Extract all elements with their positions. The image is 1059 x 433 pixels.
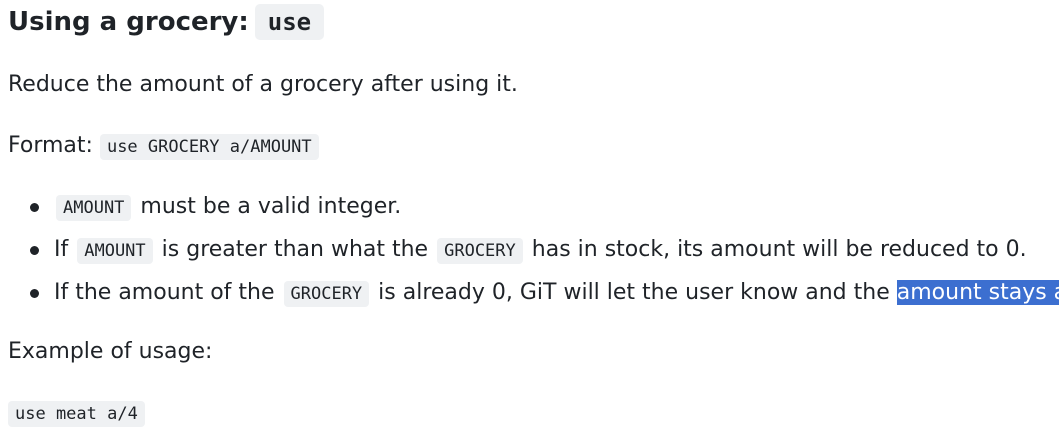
list-item-text: If [54,237,69,262]
list-item-text: is already 0, GiT will let the user know… [378,280,890,305]
amount-code: AMOUNT [56,195,132,221]
format-line: Format: use GROCERY a/AMOUNT [8,131,319,162]
example-label: Example of usage: [8,339,213,364]
bullet-icon [30,203,39,212]
section-heading: Using a grocery: use [8,0,325,44]
list-item-text: If the amount of the [54,280,275,305]
constraints-list: AMOUNT must be a valid integer. If AMOUN… [0,192,1059,321]
list-item: If AMOUNT is greater than what the GROCE… [0,235,1059,265]
description-text: Reduce the amount of a grocery after usi… [8,72,518,97]
format-label: Format: [8,133,93,158]
format-code: use GROCERY a/AMOUNT [99,134,319,160]
list-item-text: is greater than what the [161,237,429,262]
grocery-code: GROCERY [283,281,370,307]
heading-command-code: use [254,4,325,40]
example-line: use meat a/4 [8,398,145,429]
list-item: If the amount of the GROCERY is already … [0,278,1059,308]
amount-code: AMOUNT [77,238,153,264]
bullet-icon [30,289,39,298]
list-item-text: has in stock, its amount will be reduced… [531,237,1027,262]
list-item-text: must be a valid integer. [140,194,402,219]
grocery-code: GROCERY [437,238,523,264]
list-item: AMOUNT must be a valid integer. [0,192,1059,222]
heading-text: Using a grocery: [8,7,249,37]
bullet-icon [30,246,39,255]
example-code: use meat a/4 [8,401,145,427]
selected-text: amount stays at 0 [896,280,1059,305]
